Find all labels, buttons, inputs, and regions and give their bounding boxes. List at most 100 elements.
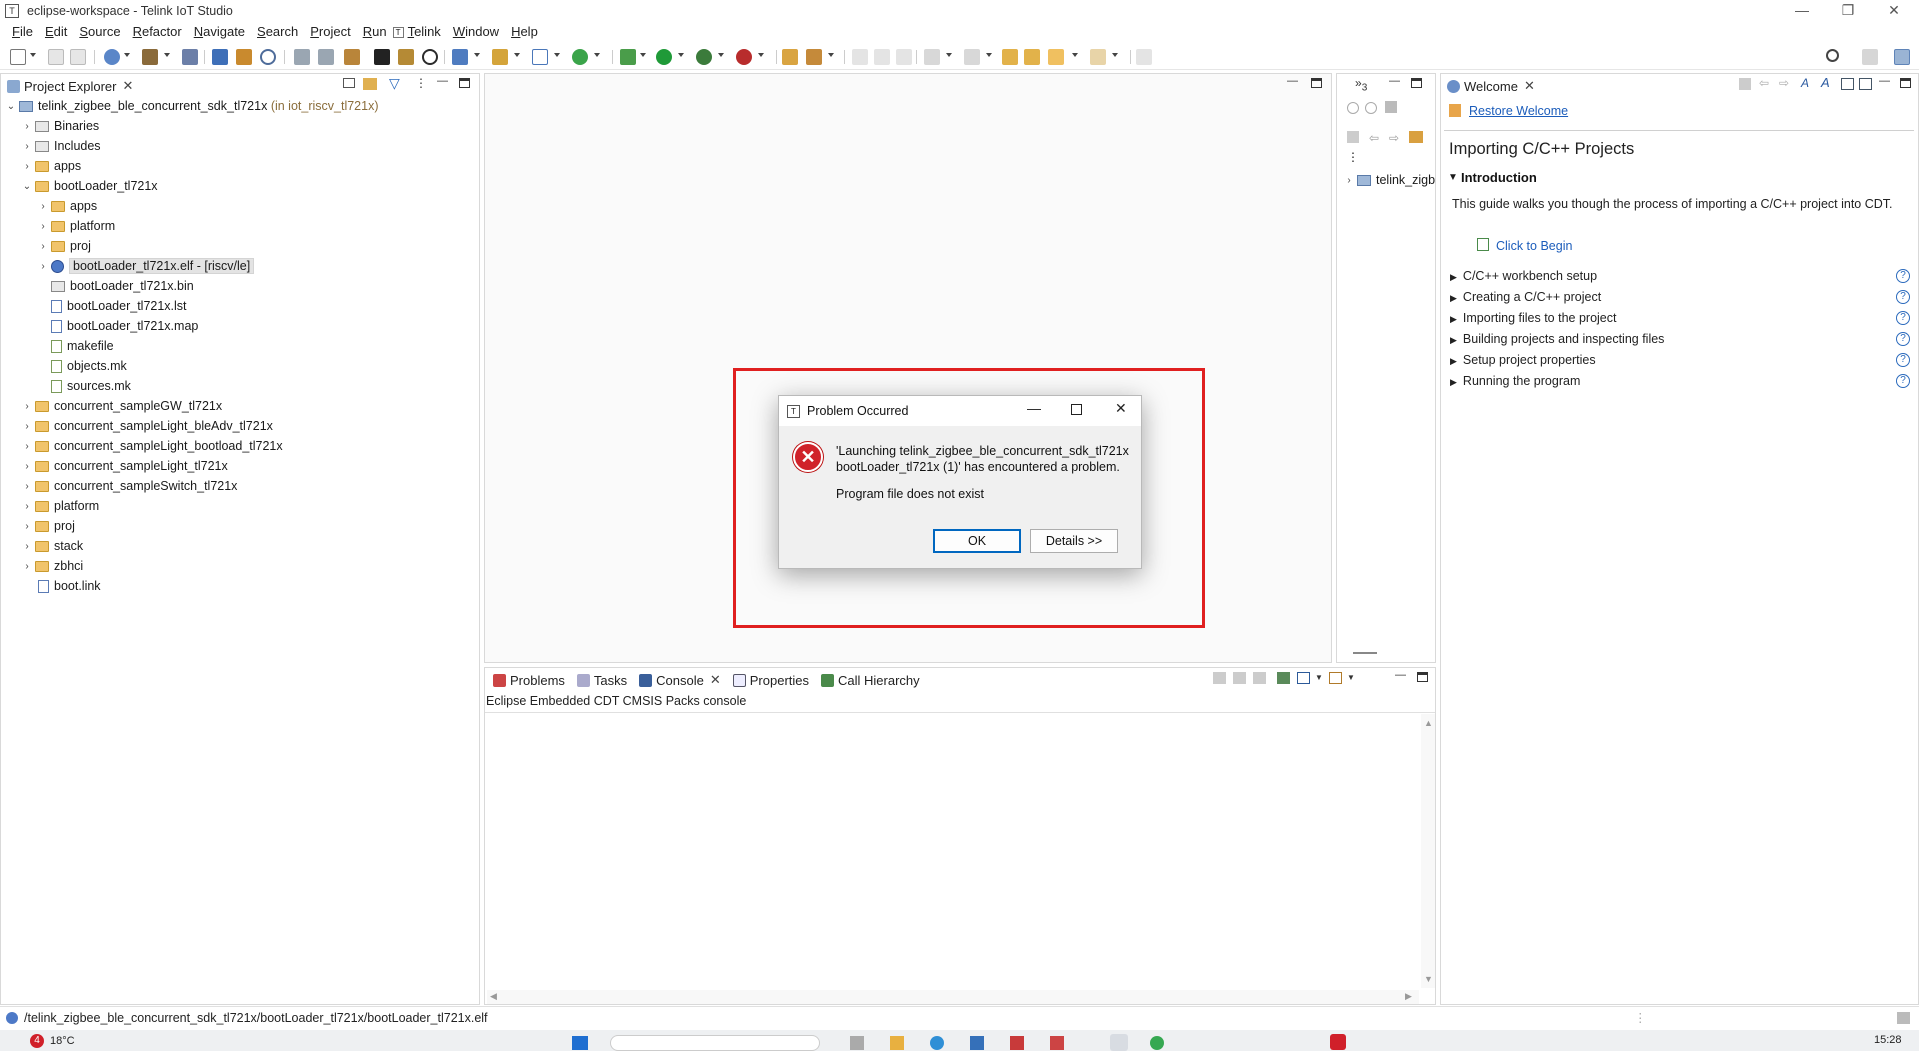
tree-item-bootloader-apps[interactable]: › apps <box>38 198 97 214</box>
menu-run[interactable]: Run <box>357 22 393 42</box>
expand-arrow-icon[interactable]: › <box>1344 175 1354 186</box>
menu-telink[interactable]: Telink <box>408 22 447 42</box>
book-icon[interactable] <box>398 49 414 65</box>
next-annotation-icon[interactable] <box>924 49 940 65</box>
tree-item-objects-mk[interactable]: objects.mk <box>51 358 127 374</box>
scroll-down-icon[interactable]: ▼ <box>1424 974 1433 984</box>
scroll-up-icon[interactable]: ▲ <box>1424 718 1433 728</box>
last-edit-location-icon[interactable] <box>1024 49 1040 65</box>
taskbar-store-icon[interactable] <box>970 1036 984 1050</box>
vertical-scrollbar[interactable]: ▲ ▼ <box>1421 714 1435 988</box>
welcome-item[interactable]: ▶ Running the program <box>1450 374 1580 388</box>
tree-item-bootloader-lst[interactable]: bootLoader_tl721x.lst <box>51 298 187 314</box>
word-wrap-icon[interactable] <box>1253 672 1266 684</box>
package-icon[interactable] <box>344 49 360 65</box>
open-task-dropdown-icon[interactable] <box>828 53 834 57</box>
close-tab-icon[interactable]: ✕ <box>1524 78 1535 94</box>
tree-item-proj[interactable]: › proj <box>22 518 75 534</box>
pin-editor-icon[interactable] <box>1136 49 1152 65</box>
outline-tool3-icon[interactable] <box>1385 101 1397 113</box>
coverage-dropdown-icon[interactable] <box>718 53 724 57</box>
clear-console-icon[interactable] <box>1213 672 1226 684</box>
maximize-editor-icon[interactable] <box>1311 78 1322 88</box>
menu-refactor[interactable]: Refactor <box>127 22 188 42</box>
minimize-button[interactable]: — <box>1779 0 1825 22</box>
font-grow-icon[interactable]: A <box>1821 75 1830 90</box>
expand-arrow-icon[interactable]: › <box>22 521 32 532</box>
search-files-icon[interactable] <box>236 49 252 65</box>
help-icon[interactable]: ? <box>1896 290 1910 304</box>
menu-search[interactable]: Search <box>251 22 304 42</box>
coverage-icon[interactable] <box>696 49 712 65</box>
collapse-all-icon[interactable] <box>343 78 355 88</box>
maximize-panel-icon[interactable] <box>1417 672 1428 682</box>
tree-item-includes[interactable]: › Includes <box>22 138 100 154</box>
sync-nav-icon[interactable] <box>1409 131 1423 143</box>
new-file-icon[interactable] <box>532 49 548 65</box>
tree-item-stack[interactable]: › stack <box>22 538 83 554</box>
home-icon[interactable] <box>1347 131 1359 143</box>
scroll-right-icon[interactable]: ▶ <box>1405 991 1412 1002</box>
menu-navigate[interactable]: Navigate <box>188 22 251 42</box>
expand-arrow-icon[interactable]: › <box>38 261 48 272</box>
taskbar-app2-icon[interactable] <box>1010 1036 1024 1050</box>
display-console-icon[interactable] <box>1297 672 1310 684</box>
run-icon[interactable] <box>656 49 672 65</box>
details-button[interactable]: Details >> <box>1030 529 1118 553</box>
close-window-button[interactable]: ✕ <box>1871 0 1917 22</box>
tree-item-boot-link[interactable]: boot.link <box>38 578 101 594</box>
click-to-begin-link[interactable]: Click to Begin <box>1496 239 1572 253</box>
pin-console-icon[interactable] <box>1277 672 1290 684</box>
expand-arrow-icon[interactable]: › <box>22 441 32 452</box>
menu-file[interactable]: File <box>6 22 39 42</box>
search-references-icon[interactable] <box>260 49 276 65</box>
dialog-minimize-icon[interactable]: — <box>1027 400 1041 416</box>
tree-item-apps[interactable]: › apps <box>22 158 81 174</box>
forward-icon[interactable] <box>1090 49 1106 65</box>
taskbar-app3-icon[interactable] <box>1050 1036 1064 1050</box>
new-dropdown-icon[interactable] <box>30 53 36 57</box>
new-file-dropdown-icon[interactable] <box>554 53 560 57</box>
collapse-section-icon[interactable]: ▼ <box>1448 172 1458 183</box>
taskbar-eclipse-icon[interactable] <box>1110 1034 1128 1051</box>
layout2-icon[interactable] <box>1859 78 1872 90</box>
terminal-icon[interactable] <box>212 49 228 65</box>
restore-welcome-link[interactable]: Restore Welcome <box>1469 104 1568 118</box>
cpp-perspective-icon[interactable] <box>1894 49 1910 65</box>
taskbar-app5-icon[interactable] <box>1330 1034 1346 1050</box>
open-task-icon[interactable] <box>806 49 822 65</box>
chip-icon[interactable] <box>374 49 390 65</box>
minimize-welcome-icon[interactable]: — <box>1879 75 1890 87</box>
collapse-arrow-icon[interactable]: ⌄ <box>22 181 32 192</box>
tree-item-sample-gw[interactable]: › concurrent_sampleGW_tl721x <box>22 398 222 414</box>
menu-project[interactable]: Project <box>304 22 356 42</box>
tree-item-sample-light-bootload[interactable]: › concurrent_sampleLight_bootload_tl721x <box>22 438 282 454</box>
help-icon[interactable]: ? <box>1896 353 1910 367</box>
font-shrink-icon[interactable]: A <box>1801 76 1809 90</box>
outline-tool-icon[interactable] <box>1347 102 1359 114</box>
expand-arrow-icon[interactable]: › <box>22 421 32 432</box>
show-whitespace-icon[interactable] <box>896 49 912 65</box>
external-tools-dropdown-icon[interactable] <box>758 53 764 57</box>
build-config-dropdown-icon[interactable] <box>124 53 130 57</box>
tree-item-binaries[interactable]: › Binaries <box>22 118 99 134</box>
welcome-item[interactable]: ▶ Building projects and inspecting files <box>1450 332 1664 346</box>
tree-item-platform[interactable]: › platform <box>22 498 99 514</box>
build-dropdown-icon[interactable] <box>164 53 170 57</box>
minimize-view-icon[interactable]: — <box>437 75 448 87</box>
menu-source[interactable]: Source <box>73 22 126 42</box>
forward-dropdown-icon[interactable] <box>1112 53 1118 57</box>
layout-icon[interactable] <box>1841 78 1854 90</box>
tree-item-bootloader[interactable]: ⌄ bootLoader_tl721x <box>22 178 158 194</box>
expand-arrow-icon[interactable]: › <box>22 121 32 132</box>
taskbar-edge-icon[interactable] <box>930 1036 944 1050</box>
new-class-dropdown-icon[interactable] <box>594 53 600 57</box>
menu-help[interactable]: Help <box>505 22 544 42</box>
new-project-icon[interactable] <box>452 49 468 65</box>
welcome-item[interactable]: ▶ C/C++ workbench setup <box>1450 269 1597 283</box>
new-class-icon[interactable] <box>572 49 588 65</box>
tree-item-bootloader-elf[interactable]: › bootLoader_tl721x.elf - [riscv/le] <box>38 258 255 274</box>
new-folder-icon[interactable] <box>492 49 508 65</box>
close-tab-icon[interactable]: ✕ <box>122 78 133 94</box>
display-console-dropdown-icon[interactable]: ▼ <box>1315 673 1323 682</box>
